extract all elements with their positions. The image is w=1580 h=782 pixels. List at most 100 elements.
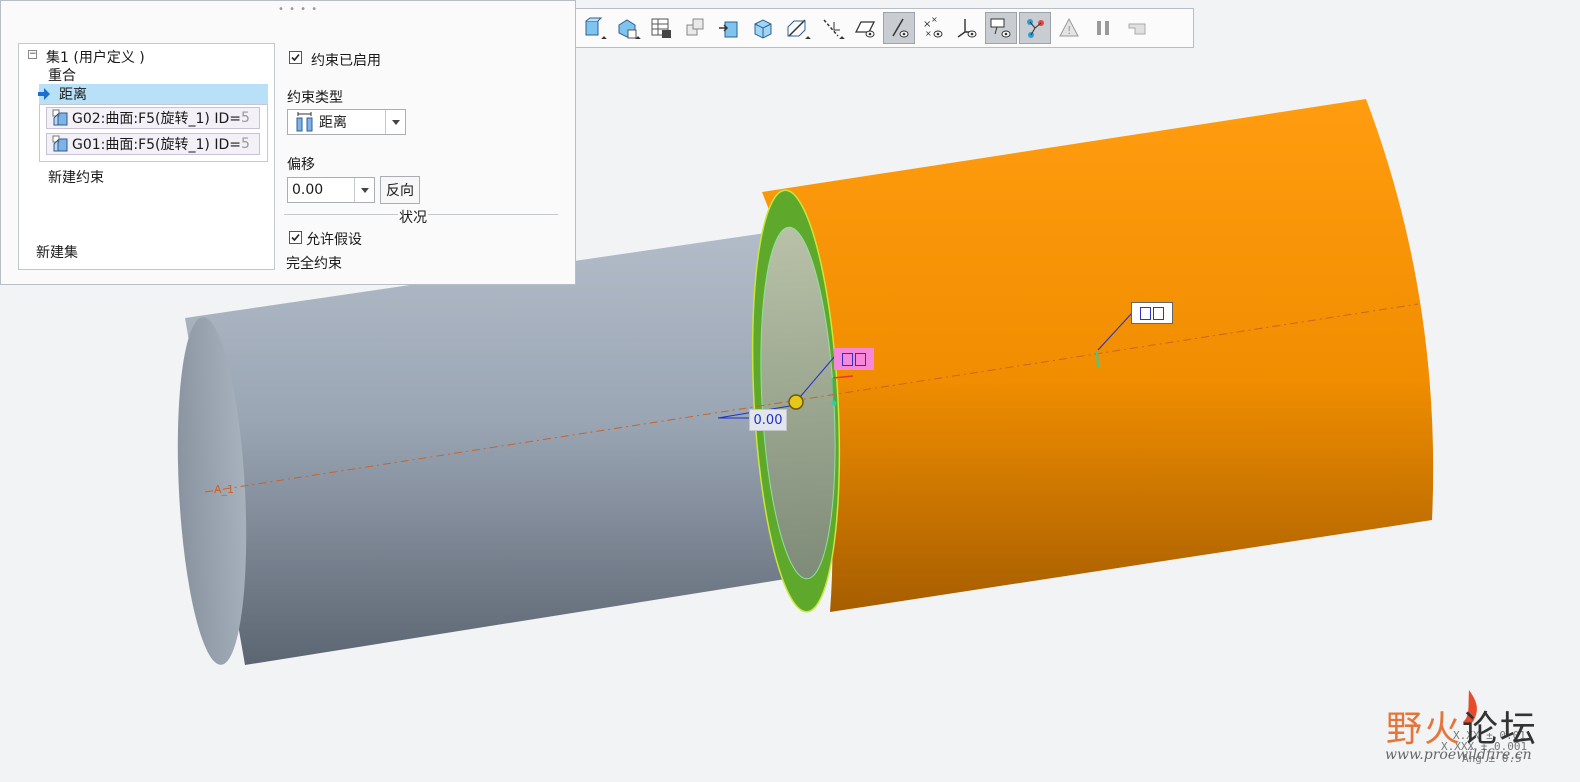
reference-item-text: G01:曲面:F5(旋转_1) ID= (72, 137, 241, 153)
surface-reference-icon (52, 109, 68, 126)
pause-button[interactable] (1087, 12, 1119, 44)
watermark-url: www.proewildfire.cn (1385, 747, 1532, 763)
tag-glyph (1153, 306, 1164, 320)
constraint-enabled-checkbox[interactable] (289, 51, 302, 64)
tag-glyph (842, 352, 853, 366)
constraint-tree[interactable]: − 集1 (用户定义 ) 重合 距离 G02:曲面:F5(旋转_1) ID=5 (18, 43, 275, 270)
status-header: 状况 (398, 207, 428, 227)
menu-arrow-icon (601, 36, 607, 42)
offset-value: 0.00 (292, 182, 324, 198)
insert-icon (719, 21, 738, 38)
plane-icon (585, 17, 603, 36)
tree-constraint-label: 重合 (48, 68, 76, 84)
graphics-toolbar: × × ×! (572, 8, 1194, 48)
menu-arrow-icon (805, 36, 811, 42)
svg-text:!: ! (1067, 24, 1071, 37)
plane-button[interactable] (577, 12, 609, 44)
flip-button[interactable]: 反向 (380, 176, 420, 204)
dimension-value: 0.00 (753, 412, 783, 428)
tree-constraint-coincident[interactable]: 重合 (48, 65, 76, 85)
insert-button[interactable] (713, 12, 745, 44)
datum-axis-button[interactable] (815, 12, 847, 44)
reference-list: G02:曲面:F5(旋转_1) ID= 5 G01:曲面:F5(旋转_1) ID=… (39, 104, 268, 162)
arrow-right-icon (38, 88, 50, 100)
menu-arrow-icon (635, 36, 641, 42)
plane-display-button[interactable] (849, 12, 881, 44)
tree-constraint-label: 距离 (59, 87, 87, 103)
shaded-view-icon (754, 19, 772, 39)
placement-panel: • • • • − 集1 (用户定义 ) 重合 距离 G02:曲面:F5(旋转_… (0, 0, 576, 285)
reference-item-trailing: 5 (240, 136, 250, 152)
table-button[interactable] (645, 12, 677, 44)
tag-glyph (1140, 306, 1151, 320)
snap-button[interactable] (1121, 12, 1153, 44)
warning-button[interactable]: ! (1053, 12, 1085, 44)
new-constraint-label: 新建约束 (48, 170, 104, 186)
axis-display-button[interactable] (883, 12, 915, 44)
axis-label: A_1 (214, 483, 234, 496)
tree-set-label: 集1 (用户定义 ) (46, 50, 145, 66)
new-set-item[interactable]: 新建集 (36, 242, 78, 262)
surface-point-marker (1096, 351, 1099, 369)
checkmark-icon (291, 233, 300, 242)
constraint-enabled-label: 约束已启用 (311, 53, 381, 69)
table-icon (651, 18, 671, 38)
reference-item[interactable]: G01:曲面:F5(旋转_1) ID= 5 (46, 133, 260, 155)
new-set-label: 新建集 (36, 245, 78, 261)
point-display-icon: × ×× (923, 16, 943, 38)
watermark: 野火论坛 www.proewildfire.cn (1384, 690, 1574, 770)
watermark-text-colored: 野火 (1386, 709, 1463, 750)
menu-arrow-icon (839, 36, 845, 42)
tree-constraint-distance[interactable]: 距离 (38, 84, 268, 104)
offset-input[interactable]: 0.00 (287, 177, 375, 203)
axis-icon (618, 19, 637, 39)
csys-display-button[interactable] (951, 12, 983, 44)
allow-assumptions-label: 允许假设 (306, 232, 362, 248)
snap-icon (1128, 23, 1146, 35)
axis-button[interactable] (611, 12, 643, 44)
connection-display-icon (1027, 19, 1044, 38)
constraint-type-select[interactable]: 距离 (287, 109, 406, 135)
datum-plane-icon (787, 19, 806, 37)
reference-item[interactable]: G02:曲面:F5(旋转_1) ID= 5 (46, 107, 260, 129)
distance-constraint-icon (296, 112, 313, 132)
point-display-button[interactable]: × × × (917, 12, 949, 44)
dimension-value-tag[interactable]: 0.00 (749, 409, 787, 431)
chevron-down-icon[interactable] (354, 178, 374, 202)
tree-set[interactable]: 集1 (用户定义 ) (46, 47, 145, 67)
csys-display-icon (957, 19, 977, 38)
origin-marker[interactable] (788, 394, 804, 410)
reference-item-trailing: 5 (240, 110, 250, 126)
constraint-tag[interactable] (1131, 302, 1173, 324)
panel-grip[interactable]: • • • • (278, 4, 318, 15)
chevron-down-icon[interactable] (385, 110, 405, 134)
watermark-text-dark: 论坛 (1462, 709, 1539, 750)
allow-assumptions-checkbox[interactable] (289, 231, 302, 244)
annotation-display-button[interactable] (985, 12, 1017, 44)
datum-axis-icon (823, 19, 840, 37)
selected-constraint-tag[interactable] (834, 348, 874, 370)
datum-plane-button[interactable] (781, 12, 813, 44)
collapse-toggle[interactable]: − (28, 50, 37, 59)
svg-text:×: × (925, 29, 932, 38)
constraint-type-label: 约束类型 (287, 90, 343, 106)
constraint-type-value: 距离 (319, 115, 347, 131)
new-constraint-item[interactable]: 新建约束 (48, 167, 104, 187)
offset-label: 偏移 (287, 157, 315, 173)
surface-reference-icon (52, 135, 68, 152)
checkmark-icon (291, 53, 300, 62)
csys-y-marker (832, 377, 835, 403)
reference-item-text: G02:曲面:F5(旋转_1) ID= (72, 111, 241, 127)
tag-glyph (855, 352, 866, 366)
svg-text:×: × (931, 16, 938, 24)
pause-icon (1097, 21, 1109, 35)
annotation-display-icon (990, 18, 1011, 38)
warning-icon: ! (1059, 17, 1079, 37)
connection-display-button[interactable] (1019, 12, 1051, 44)
status-text: 完全约束 (286, 256, 342, 272)
axis-display-icon (892, 18, 909, 38)
copy-geometry-button[interactable] (679, 12, 711, 44)
csys-point-marker (831, 400, 837, 406)
copy-geometry-icon (686, 18, 704, 36)
shaded-view-button[interactable] (747, 12, 779, 44)
